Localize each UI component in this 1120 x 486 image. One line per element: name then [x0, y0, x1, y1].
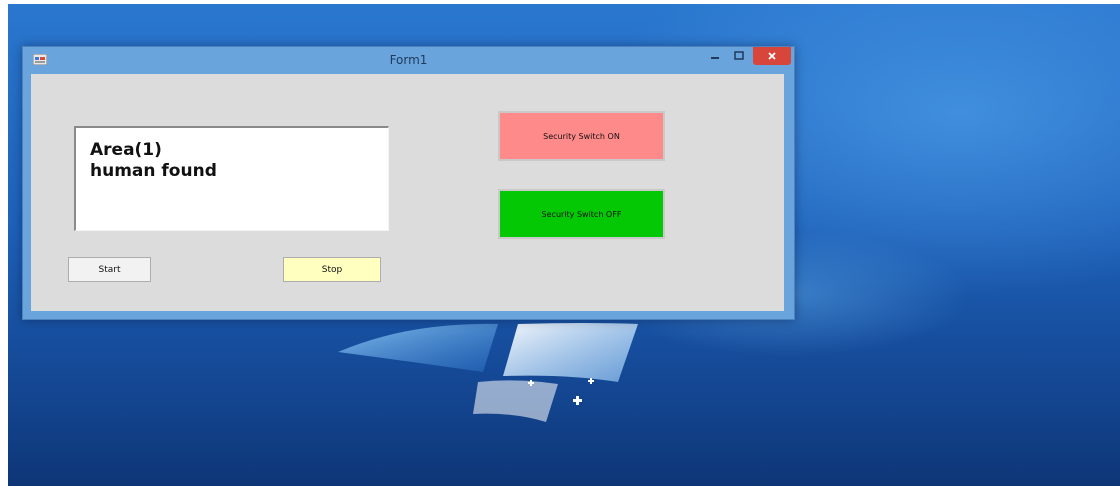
- minimize-icon: [711, 57, 719, 59]
- maximize-icon: [734, 51, 744, 60]
- form1-window: Form1 Area(1) human found Start Stop Sec…: [22, 46, 795, 320]
- windows-logo-wallpaper: [338, 323, 638, 422]
- window-title: Form1: [389, 53, 428, 67]
- window-titlebar[interactable]: Form1: [23, 47, 794, 73]
- security-switch-off-button[interactable]: Security Switch OFF: [498, 189, 665, 239]
- output-line-area: Area(1): [90, 140, 162, 160]
- stop-button[interactable]: Stop: [283, 257, 381, 282]
- output-textbox[interactable]: Area(1) human found: [74, 126, 389, 231]
- desktop: Form1 Area(1) human found Start Stop Sec…: [8, 4, 1120, 486]
- minimize-button[interactable]: [703, 47, 727, 65]
- maximize-button[interactable]: [727, 47, 751, 65]
- security-switch-on-button[interactable]: Security Switch ON: [498, 111, 665, 161]
- close-button[interactable]: [753, 47, 791, 65]
- form-client-area: Area(1) human found Start Stop Security …: [31, 74, 784, 311]
- close-icon: [768, 52, 776, 60]
- output-line-status: human found: [90, 161, 217, 181]
- start-button[interactable]: Start: [68, 257, 151, 282]
